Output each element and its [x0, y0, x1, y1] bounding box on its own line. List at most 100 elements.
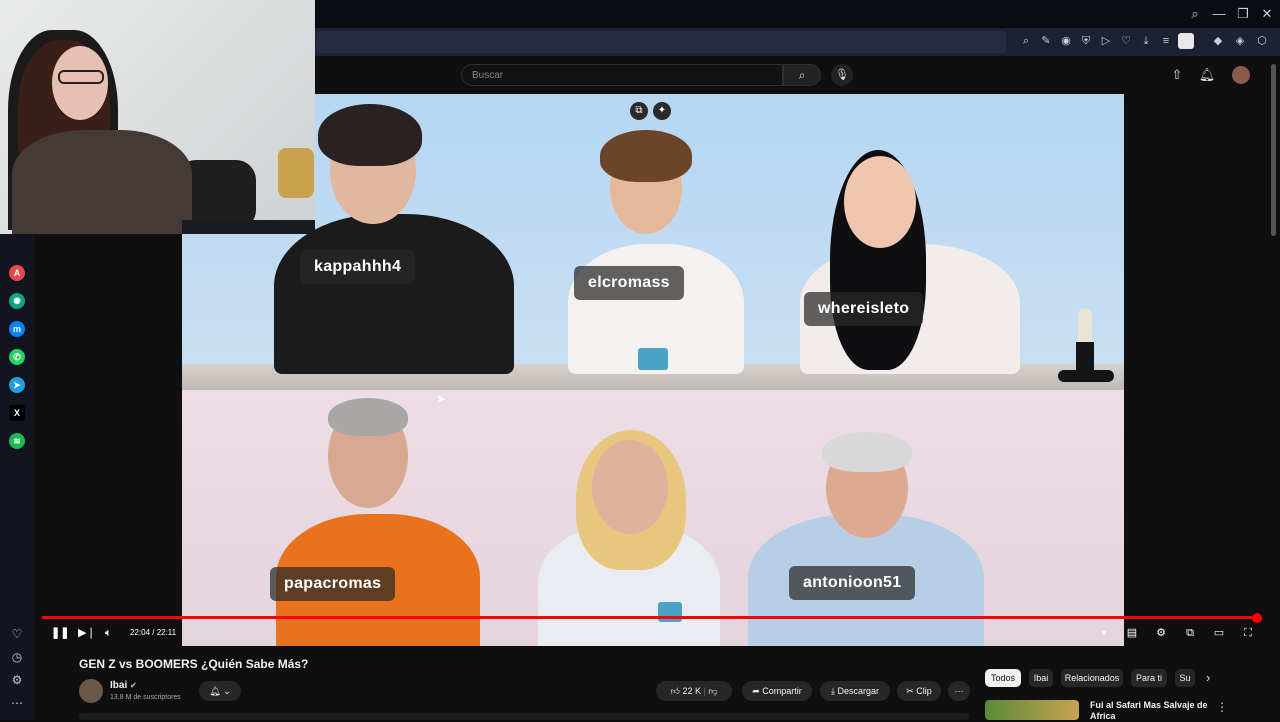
- messenger-icon[interactable]: m: [9, 321, 25, 337]
- time-display: 22:04 / 22:11: [130, 628, 177, 637]
- close-icon[interactable]: ✕: [1258, 5, 1276, 23]
- mouse-cursor-icon: ➤: [436, 392, 447, 406]
- progress-scrubber[interactable]: [1252, 613, 1262, 623]
- profile-icon[interactable]: [1178, 33, 1194, 49]
- upload-icon[interactable]: ⇧: [1168, 66, 1186, 84]
- more-icon[interactable]: ⋯: [9, 695, 25, 711]
- progress-bar[interactable]: [42, 616, 1252, 619]
- buzzer: [658, 602, 682, 622]
- play-icon[interactable]: ▷: [1098, 33, 1114, 49]
- recommended-title[interactable]: Fui al Safari Mas Salvaje de Africa: [1090, 700, 1210, 722]
- browser-search-icon[interactable]: ⌕: [1186, 5, 1204, 23]
- chapter-title[interactable]: · ¿Quién gana? ›: [182, 626, 235, 640]
- divider: |: [703, 686, 706, 696]
- description-box[interactable]: [79, 713, 969, 720]
- aria-icon[interactable]: A: [9, 265, 25, 281]
- next-icon[interactable]: ▶❘: [78, 626, 96, 640]
- like-dislike-button[interactable]: 👍︎ 22 K | 👎︎: [656, 681, 732, 701]
- person-hair: [822, 432, 912, 472]
- settings-gear-icon[interactable]: ⚙: [1153, 626, 1169, 640]
- streamer-body: [12, 130, 192, 234]
- restore-icon[interactable]: ❐: [1234, 5, 1252, 23]
- channel-name-label: Ibai: [110, 680, 128, 691]
- whatsapp-icon[interactable]: ✆: [9, 349, 25, 365]
- subscribe-bell-button[interactable]: 🔔︎ ⌄: [199, 681, 241, 701]
- person-head: [844, 156, 916, 248]
- download-button[interactable]: ⤓ Descargar: [820, 681, 890, 701]
- notifications-icon[interactable]: 🔔︎: [1198, 66, 1216, 84]
- miniplayer-icon[interactable]: ⧉: [1182, 626, 1198, 640]
- clip-button[interactable]: ✂ Clip: [897, 681, 941, 701]
- subscriber-count: 13,8 M de suscriptores: [110, 694, 181, 701]
- video-title: GEN Z vs BOOMERS ¿Quién Sabe Más?: [79, 657, 309, 671]
- chip-su[interactable]: Su: [1175, 669, 1195, 687]
- lamp-base: [1076, 342, 1094, 372]
- share-label: Compartir: [762, 686, 802, 696]
- minimize-icon[interactable]: —: [1210, 5, 1228, 23]
- history-icon[interactable]: ◷: [9, 649, 25, 665]
- spotify-icon[interactable]: ≋: [9, 433, 25, 449]
- diamond-icon[interactable]: ◈: [1232, 33, 1248, 49]
- telegram-icon[interactable]: ➤: [9, 377, 25, 393]
- zoom-icon[interactable]: ⌕: [1018, 33, 1034, 49]
- chip-relacionados[interactable]: Relacionados: [1061, 669, 1123, 687]
- edit-icon[interactable]: ✎: [1038, 33, 1054, 49]
- search-input[interactable]: Buscar: [461, 64, 783, 86]
- menu-icon[interactable]: ≡: [1158, 33, 1174, 49]
- verified-icon: ✔: [130, 681, 137, 690]
- scissors-icon: ✂: [906, 686, 914, 696]
- dislike-icon: 👎︎: [708, 686, 718, 696]
- person-silhouette: [274, 214, 514, 374]
- x-icon[interactable]: X: [9, 405, 25, 421]
- download-icon: ⤓: [830, 686, 835, 696]
- theater-mode-icon[interactable]: ▭: [1211, 626, 1227, 640]
- webcam-overlay: [0, 0, 315, 234]
- shield-icon[interactable]: ⛨: [1078, 33, 1094, 49]
- more-icon: ⋯: [954, 686, 964, 696]
- buzzer: [638, 348, 668, 370]
- heart-icon[interactable]: ♡: [1118, 33, 1134, 49]
- subtitles-icon[interactable]: ▤: [1124, 626, 1140, 640]
- name-tag: whereisleto: [804, 292, 924, 326]
- share-button[interactable]: ➦ Compartir: [742, 681, 812, 701]
- channel-name[interactable]: Ibai ✔: [110, 680, 137, 691]
- voice-search-button[interactable]: 🎙︎: [831, 64, 853, 86]
- lamp-stand: [1058, 370, 1114, 382]
- person-hair: [318, 104, 422, 166]
- cube-icon[interactable]: ⬡: [1254, 33, 1270, 49]
- chevron-right-icon: ›: [232, 629, 235, 636]
- settings-icon[interactable]: ⚙: [9, 672, 25, 688]
- more-actions-button[interactable]: ⋯: [948, 681, 970, 701]
- person-hair: [600, 130, 692, 182]
- channel-avatar[interactable]: [79, 679, 103, 703]
- sparkle-icon[interactable]: ✦: [653, 102, 671, 120]
- page-scrollbar[interactable]: [1271, 64, 1276, 236]
- name-tag: antonioon51: [789, 566, 916, 600]
- name-tag: elcromass: [574, 266, 684, 300]
- volume-icon[interactable]: 🔈︎: [105, 626, 117, 640]
- autoplay-toggle[interactable]: ⏸︎: [1094, 626, 1114, 640]
- glasses: [58, 70, 104, 84]
- recommended-thumbnail[interactable]: [985, 700, 1079, 720]
- chip-para-ti[interactable]: Para ti: [1131, 669, 1167, 687]
- chip-todos[interactable]: Todos: [985, 669, 1021, 687]
- pause-icon[interactable]: ❚❚: [51, 626, 69, 640]
- chatgpt-icon[interactable]: ✺: [9, 293, 25, 309]
- download-icon[interactable]: ⤓: [1138, 33, 1154, 49]
- search-button[interactable]: ⌕: [783, 64, 821, 86]
- name-tag: kappahhh4: [300, 250, 416, 284]
- chevron-right-icon[interactable]: ›: [1206, 671, 1210, 685]
- more-vertical-icon[interactable]: ⋮: [1216, 700, 1228, 714]
- address-bar[interactable]: [316, 31, 1006, 53]
- copy-icon[interactable]: ⧉: [630, 102, 648, 120]
- chip-ibai[interactable]: Ibai: [1029, 669, 1053, 687]
- favorites-icon[interactable]: ♡: [9, 626, 25, 642]
- share-icon: ➦: [752, 686, 760, 696]
- video-player[interactable]: kappahhh4 elcromass whereisleto papacrom…: [182, 94, 1124, 646]
- camera-icon[interactable]: ◉: [1058, 33, 1074, 49]
- fullscreen-icon[interactable]: ⛶: [1240, 626, 1256, 640]
- extension-icon[interactable]: ◆: [1210, 33, 1226, 49]
- account-avatar[interactable]: [1232, 66, 1250, 84]
- name-tag: papacromas: [270, 567, 396, 601]
- like-icon: 👍︎: [670, 686, 680, 696]
